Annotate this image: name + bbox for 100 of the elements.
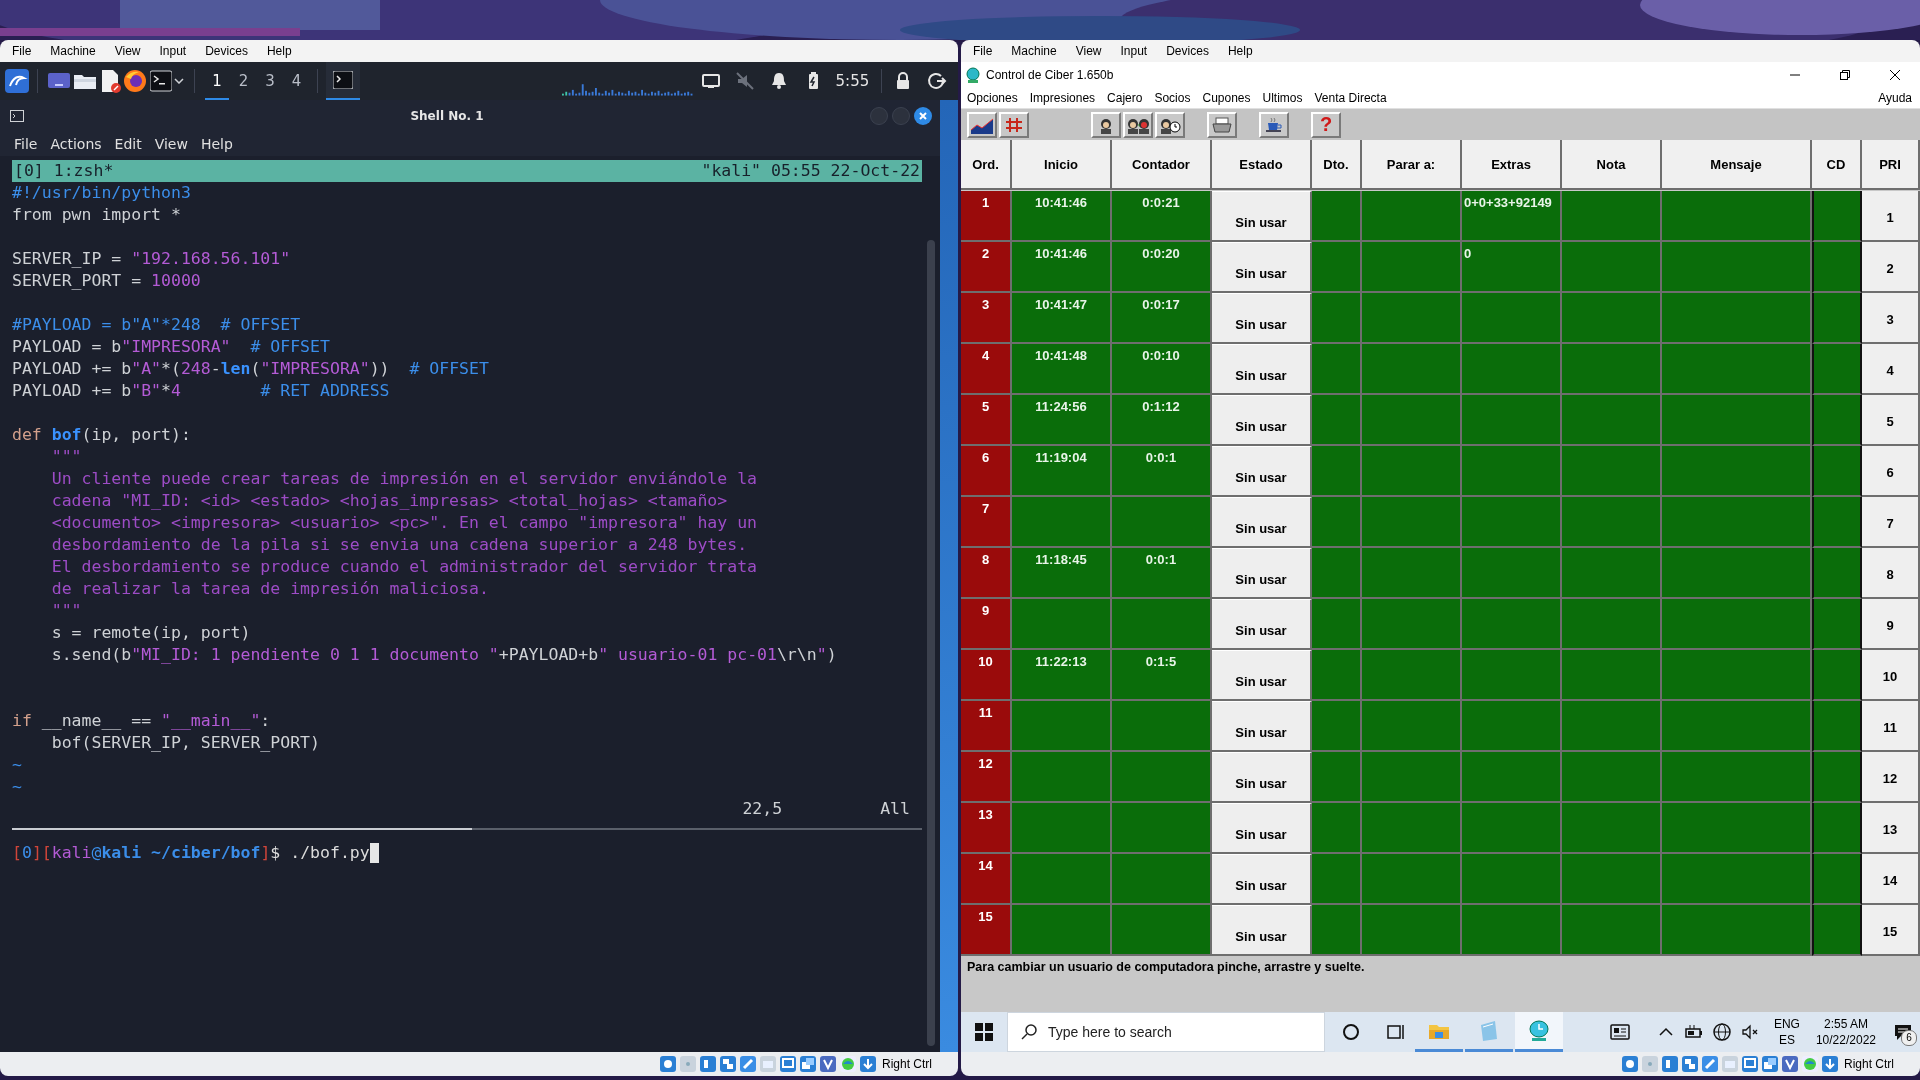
status-cell[interactable]: Sin usar — [1212, 191, 1312, 242]
menu-item[interactable]: Actions — [50, 136, 102, 152]
workspace-tab[interactable]: 4 — [284, 62, 309, 100]
menu-item[interactable]: Input — [159, 44, 187, 58]
status-cell[interactable]: Sin usar — [1212, 701, 1312, 752]
menu-item[interactable]: Ayuda — [1878, 91, 1912, 105]
menu-item[interactable]: Cajero — [1107, 91, 1143, 105]
search-icon — [1021, 1024, 1037, 1040]
column-header[interactable]: Estado — [1212, 140, 1312, 190]
menu-item[interactable]: View — [114, 44, 141, 58]
toolbar-button[interactable] — [999, 111, 1029, 138]
menu-item[interactable]: Edit — [114, 136, 142, 152]
status-cell[interactable]: Sin usar — [1212, 854, 1312, 905]
menu-item[interactable]: View — [1075, 44, 1102, 58]
menu-item[interactable]: Machine — [50, 44, 96, 58]
taskbar-button[interactable] — [325, 62, 360, 100]
menu-item[interactable]: Socios — [1154, 91, 1191, 105]
column-header[interactable]: Contador — [1112, 140, 1212, 190]
status-cell[interactable]: Sin usar — [1212, 395, 1312, 446]
column-header[interactable]: CD — [1812, 140, 1862, 190]
code-line: def bof(ip, port): — [12, 424, 192, 446]
app-menu-icon[interactable] — [4, 69, 29, 93]
status-cell[interactable]: Sin usar — [1212, 497, 1312, 548]
code-line: #PAYLOAD = b"A"*248 # OFFSET — [12, 314, 302, 336]
taskbar-button[interactable] — [1515, 1012, 1563, 1052]
priority-cell: 5 — [1862, 395, 1920, 446]
device-status-icon — [1782, 1056, 1798, 1072]
status-cell[interactable]: Sin usar — [1212, 242, 1312, 293]
status-cell[interactable]: Sin usar — [1212, 905, 1312, 956]
device-status-icon — [1742, 1056, 1758, 1072]
menu-item[interactable]: Help — [200, 136, 233, 152]
power-icon[interactable] — [927, 71, 947, 91]
clock-date[interactable]: 10/22/2022 — [1815, 1032, 1876, 1048]
menu-item[interactable]: Devices — [1166, 44, 1209, 58]
display-icon[interactable] — [700, 71, 721, 91]
menu-item[interactable]: Help — [266, 44, 292, 58]
menu-item[interactable]: Opciones — [967, 91, 1018, 105]
menu-item[interactable]: Input — [1120, 44, 1148, 58]
toolbar-button[interactable] — [967, 111, 997, 138]
table-cell — [1312, 344, 1362, 395]
toolbar-button[interactable] — [1091, 111, 1121, 138]
close-button[interactable] — [914, 107, 932, 125]
menu-item[interactable]: File — [14, 136, 38, 152]
menu-item[interactable]: File — [12, 44, 32, 58]
status-cell[interactable]: Sin usar — [1212, 446, 1312, 497]
column-header[interactable]: Inicio — [1012, 140, 1112, 190]
column-header[interactable]: Ord. — [961, 140, 1012, 190]
menu-item[interactable]: Machine — [1011, 44, 1057, 58]
workspace-tab[interactable]: 2 — [231, 62, 256, 100]
search-field[interactable]: Type here to search — [1007, 1012, 1325, 1052]
status-cell[interactable]: Sin usar — [1212, 599, 1312, 650]
clock-time[interactable]: 2:55 AM — [1823, 1016, 1868, 1032]
table-cell: 0:0:10 — [1112, 344, 1212, 395]
column-header[interactable]: Nota — [1562, 140, 1662, 190]
status-cell[interactable]: Sin usar — [1212, 344, 1312, 395]
menu-item[interactable]: View — [154, 136, 188, 152]
browser-icon[interactable] — [123, 69, 148, 93]
restore-icon[interactable] — [1839, 69, 1851, 81]
column-header[interactable]: Mensaje — [1662, 140, 1812, 190]
task-view-icon[interactable] — [1386, 1022, 1406, 1042]
table-cell — [1812, 752, 1862, 803]
column-header[interactable]: PRI — [1862, 140, 1920, 190]
status-cell[interactable]: Sin usar — [1212, 650, 1312, 701]
menu-item[interactable]: Devices — [205, 44, 248, 58]
scrollbar[interactable] — [927, 240, 935, 1046]
toolbar-button[interactable] — [1123, 111, 1153, 138]
column-header[interactable]: Extras — [1462, 140, 1562, 190]
table-cell — [1312, 701, 1362, 752]
caret-icon[interactable] — [173, 78, 184, 84]
toolbar-button[interactable] — [1207, 111, 1237, 138]
status-cell[interactable]: Sin usar — [1212, 293, 1312, 344]
news-icon[interactable] — [1609, 1022, 1630, 1042]
grid-icon — [1003, 115, 1025, 134]
toolbar-button[interactable] — [1155, 111, 1185, 138]
status-cell[interactable]: Sin usar — [1212, 548, 1312, 599]
device-status-icon — [1722, 1056, 1738, 1072]
menu-item[interactable]: Help — [1227, 44, 1253, 58]
menu-item[interactable]: Ultimos — [1262, 91, 1303, 105]
menu-item[interactable]: Cupones — [1202, 91, 1251, 105]
device-status-icon — [760, 1056, 776, 1072]
menu-item[interactable]: Impresiones — [1029, 91, 1096, 105]
column-header[interactable]: Dto. — [1312, 140, 1362, 190]
column-header[interactable]: Parar a: — [1362, 140, 1462, 190]
workspace-tab[interactable]: 3 — [257, 62, 283, 100]
order-cell: 7 — [961, 497, 1012, 548]
status-cell[interactable]: Sin usar — [1212, 803, 1312, 854]
status-cell[interactable]: Sin usar — [1212, 752, 1312, 803]
menu-item[interactable]: File — [973, 44, 993, 58]
language-label[interactable]: ENG — [1773, 1016, 1800, 1032]
toolbar-button[interactable] — [1259, 111, 1289, 138]
terminal-icon[interactable] — [149, 70, 172, 92]
globe-icon[interactable] — [1711, 1022, 1732, 1042]
start-icon[interactable] — [975, 1023, 993, 1041]
table-cell: 10:41:46 — [1012, 191, 1112, 242]
region-label[interactable]: ES — [1778, 1032, 1795, 1048]
table-cell — [1812, 548, 1862, 599]
speaker-muted-icon[interactable] — [1739, 1022, 1760, 1042]
close-icon[interactable] — [1889, 69, 1901, 81]
circle-icon[interactable] — [1341, 1022, 1361, 1042]
menu-item[interactable]: Venta Directa — [1314, 91, 1387, 105]
